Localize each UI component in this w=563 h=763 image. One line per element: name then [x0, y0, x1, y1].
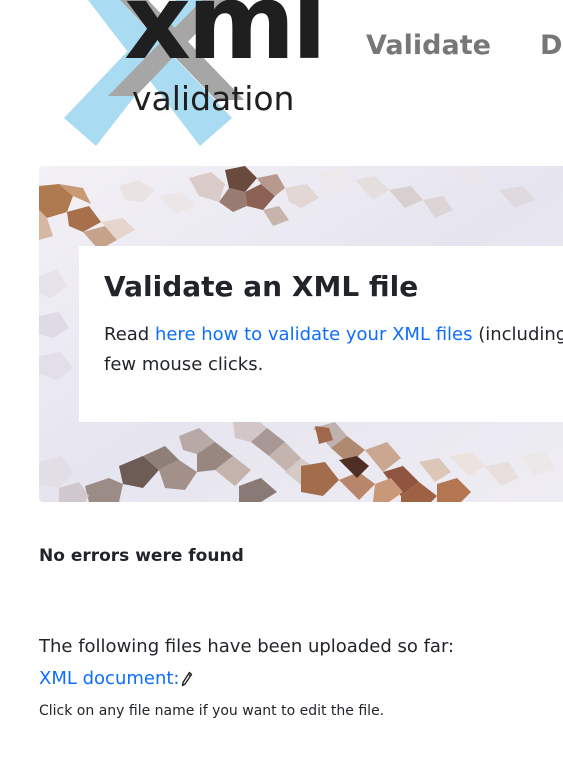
site-logo[interactable]: xml validation — [60, 0, 327, 150]
nav-documentation[interactable]: Do — [540, 30, 563, 61]
uploaded-file-name: XML document: — [39, 668, 180, 689]
uploaded-file-link[interactable]: XML document: — [39, 668, 193, 692]
hero-card: Validate an XML file Read here how to va… — [79, 246, 563, 422]
validation-result-status: No errors were found — [39, 546, 244, 566]
edit-file-hint: Click on any file name if you want to ed… — [39, 703, 385, 719]
nav-validate[interactable]: Validate — [366, 30, 491, 61]
how-to-validate-link[interactable]: here how to validate your XML files — [155, 324, 473, 345]
page-title: Validate an XML file — [104, 270, 419, 303]
page: xml validation Validate Do — [0, 0, 563, 763]
hero-text-before: Read — [104, 324, 155, 345]
main-nav: Validate Do — [366, 30, 563, 61]
logo-subtitle: validation — [132, 79, 295, 118]
uploaded-files-intro: The following files have been uploaded s… — [39, 636, 455, 657]
pencil-icon — [181, 671, 193, 692]
hero-description: Read here how to validate your XML files… — [104, 320, 563, 380]
logo-wordmark: xml — [124, 0, 327, 83]
